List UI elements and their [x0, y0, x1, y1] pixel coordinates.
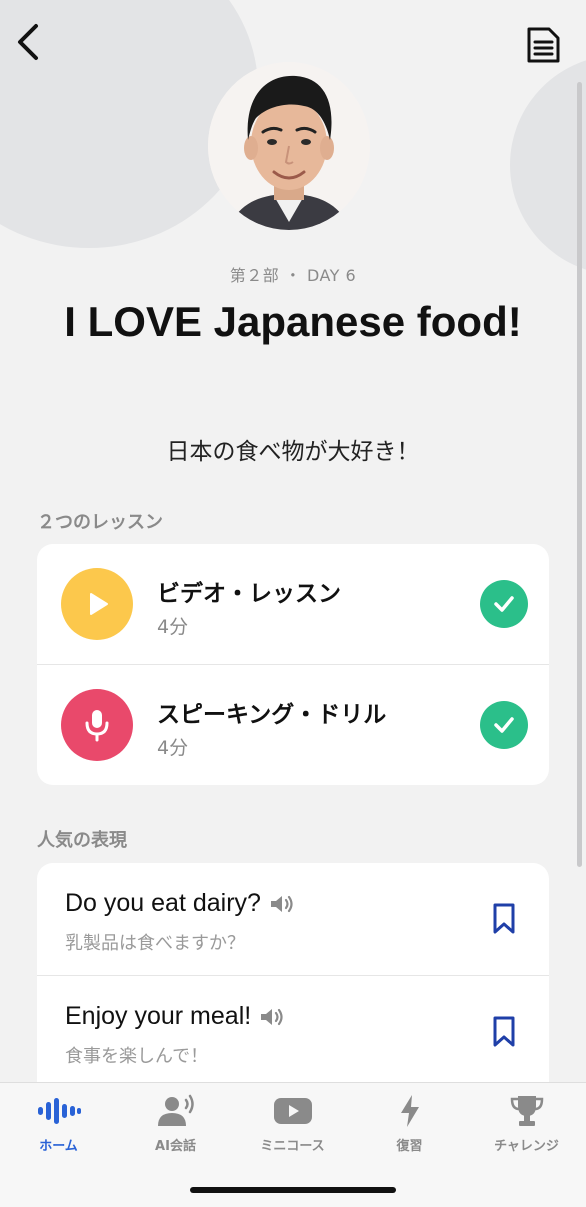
- phrase-english: Enjoy your meal!: [65, 1002, 285, 1031]
- tab-label: ミニコース: [260, 1139, 325, 1154]
- lesson-item-speaking[interactable]: スピーキング・ドリル 4分: [37, 665, 549, 785]
- phrase-item[interactable]: Enjoy your meal! 食事を楽しんで！: [37, 976, 549, 1088]
- tab-label: ホーム: [39, 1139, 78, 1154]
- lightning-icon: [400, 1095, 419, 1127]
- speaker-icon[interactable]: [269, 893, 295, 915]
- speaker-icon[interactable]: [259, 1006, 285, 1028]
- phrase-japanese: 乳製品は食べますか？: [65, 933, 245, 954]
- lessons-card: ビデオ・レッスン 4分 スピーキング・ドリル 4分: [37, 544, 549, 785]
- lesson-item-duration: 4分: [157, 737, 189, 759]
- phrase-english-text: Do you eat dairy?: [65, 889, 261, 917]
- part-day-label: 第２部 ・ DAY 6: [229, 266, 357, 285]
- lesson-item-video[interactable]: ビデオ・レッスン 4分: [37, 544, 549, 664]
- lesson-item-label: スピーキング・ドリル: [157, 702, 387, 728]
- checkmark-icon: [480, 701, 528, 749]
- scrollbar[interactable]: [577, 82, 582, 867]
- trophy-icon: [510, 1096, 543, 1126]
- microphone-icon: [85, 710, 109, 742]
- tab-home[interactable]: ホーム: [0, 1093, 117, 1154]
- tab-ai-conversation[interactable]: AI会話: [117, 1093, 234, 1154]
- tab-review[interactable]: 復習: [351, 1093, 468, 1154]
- bookmark-icon[interactable]: [489, 901, 519, 937]
- instructor-avatar: [208, 62, 370, 230]
- checkmark-icon: [480, 580, 528, 628]
- lesson-item-label: ビデオ・レッスン: [157, 581, 341, 607]
- phrase-english: Do you eat dairy?: [65, 889, 295, 918]
- lesson-title-japanese: 日本の食べ物が大好き！: [166, 439, 420, 465]
- tab-label: チャレンジ: [494, 1139, 559, 1154]
- lessons-section-label: ２つのレッスン: [37, 512, 163, 533]
- back-button[interactable]: [10, 22, 46, 62]
- bookmark-icon[interactable]: [489, 1014, 519, 1050]
- lesson-icon: [61, 568, 133, 640]
- waveform-icon: [37, 1098, 81, 1124]
- home-indicator[interactable]: [190, 1187, 396, 1193]
- background-circle: [510, 55, 586, 275]
- phrase-english-text: Enjoy your meal!: [65, 1002, 252, 1030]
- lesson-item-duration: 4分: [157, 616, 189, 638]
- phrase-japanese: 食事を楽しんで！: [65, 1046, 209, 1067]
- notes-button[interactable]: [522, 24, 564, 66]
- tab-mini-course[interactable]: ミニコース: [234, 1093, 351, 1154]
- lesson-icon: [61, 689, 133, 761]
- document-icon: [527, 27, 560, 63]
- tab-label: AI会話: [155, 1139, 196, 1154]
- video-play-icon: [273, 1098, 312, 1124]
- play-icon: [90, 593, 108, 615]
- lesson-title: I LOVE Japanese food!: [64, 298, 522, 345]
- phrase-item[interactable]: Do you eat dairy? 乳製品は食べますか？: [37, 863, 549, 975]
- tab-label: 復習: [396, 1139, 423, 1154]
- chevron-left-icon: [18, 24, 38, 60]
- ai-speaker-icon: [157, 1094, 194, 1126]
- phrases-section-label: 人気の表現: [37, 830, 127, 851]
- tab-challenge[interactable]: チャレンジ: [468, 1093, 585, 1154]
- lesson-screen: 第２部 ・ DAY 6 I LOVE Japanese food! 日本の食べ物…: [0, 0, 586, 1207]
